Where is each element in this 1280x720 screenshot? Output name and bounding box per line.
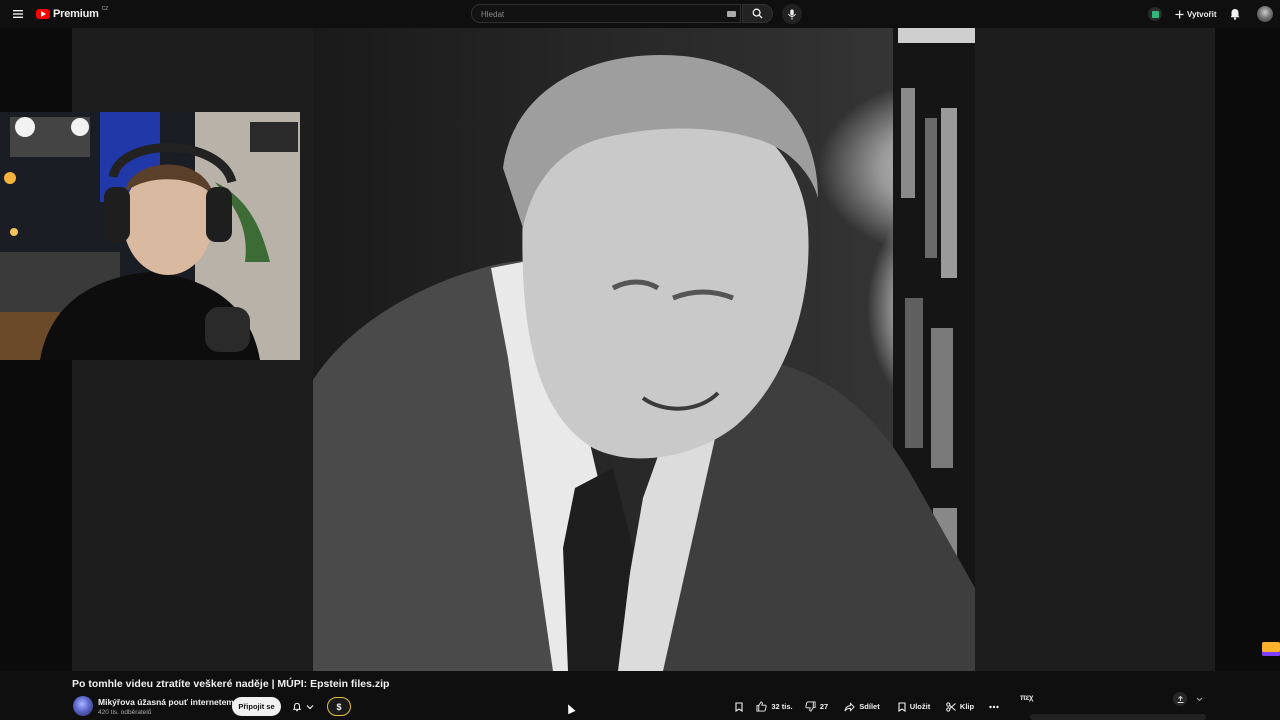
streamer-webcam-overlay (0, 112, 300, 360)
youtube-premium-logo[interactable]: Premium CZ (36, 6, 108, 22)
menu-icon[interactable] (11, 7, 25, 21)
more-actions-button[interactable] (984, 697, 1004, 716)
thumbs-down-icon (805, 701, 816, 712)
account-avatar[interactable] (1257, 6, 1273, 22)
thanks-button[interactable]: $ (327, 697, 351, 716)
video-content-photo (313, 28, 975, 671)
share-label: Sdílet (859, 702, 880, 711)
keyboard-icon[interactable] (727, 11, 736, 17)
save-label: Uložit (909, 702, 931, 711)
save-button[interactable]: Uložit (890, 697, 938, 716)
logo-region: CZ (101, 6, 109, 12)
side-panel-chevron-icon[interactable] (1195, 695, 1204, 704)
clip-label: Klip (959, 702, 975, 711)
dislike-button[interactable]: 27 (800, 697, 833, 716)
portrait-photo (313, 28, 975, 671)
upload-icon (1177, 695, 1183, 703)
join-button[interactable]: Připojit se (232, 697, 281, 716)
webcam-feed (0, 112, 300, 360)
logo-text: Premium (53, 8, 99, 20)
plus-icon (1175, 10, 1184, 18)
voice-search-button[interactable] (782, 4, 802, 24)
bookmark-icon (735, 701, 743, 712)
chevron-down-icon (306, 704, 314, 709)
page-margin-right (1215, 28, 1280, 671)
share-button[interactable]: Sdílet (838, 697, 886, 716)
channel-name[interactable]: Mikýřova úžasná pouť internetem (98, 697, 234, 707)
extension-badge-icon (1262, 642, 1280, 656)
bookmark-button[interactable] (730, 697, 748, 716)
mouse-cursor (564, 702, 576, 715)
like-button[interactable]: 32 tis. (752, 697, 797, 716)
create-label: Vytvořit (1187, 9, 1217, 19)
share-icon (844, 701, 856, 712)
video-title: Po tomhle videu ztratíte veškeré naděje … (72, 678, 390, 690)
scissors-icon (946, 701, 956, 712)
microphone-icon (788, 9, 796, 19)
like-count: 32 tis. (771, 702, 793, 711)
side-panel-logo: πεχ (1020, 693, 1034, 702)
side-panel-upload-button[interactable] (1173, 692, 1187, 706)
youtube-play-icon (36, 9, 50, 19)
search-box[interactable] (471, 4, 741, 23)
subscription-bell-button[interactable] (285, 697, 321, 716)
notifications-bell-icon[interactable] (1228, 7, 1242, 21)
side-panel-item[interactable] (1030, 714, 1206, 720)
bell-icon (292, 702, 302, 711)
thumbs-up-icon (756, 701, 767, 712)
extension-icon[interactable] (1148, 7, 1162, 21)
subscriber-count: 420 tis. odběratelů (98, 709, 152, 716)
search-input[interactable] (479, 7, 723, 22)
dislike-count: 27 (819, 702, 829, 711)
clip-button[interactable]: Klip (942, 697, 978, 716)
search-button[interactable] (742, 4, 773, 23)
search-icon (752, 8, 763, 19)
channel-avatar[interactable] (73, 696, 93, 716)
top-bar: Premium CZ Vytvořit (0, 0, 1280, 28)
create-button[interactable]: Vytvořit (1170, 5, 1222, 23)
more-horizontal-icon (989, 705, 999, 708)
save-bookmark-icon (898, 701, 906, 712)
